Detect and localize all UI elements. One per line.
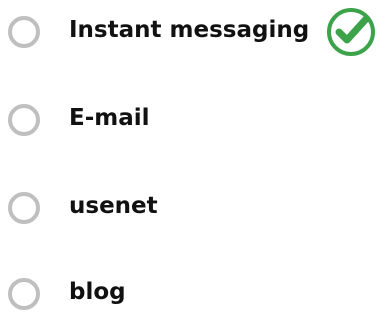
option-e-mail[interactable]: E-mail	[0, 88, 387, 148]
option-label: Instant messaging	[69, 17, 310, 43]
option-usenet[interactable]: usenet	[0, 176, 387, 236]
radio-button[interactable]	[8, 104, 40, 136]
radio-button[interactable]	[8, 16, 40, 48]
option-label: E-mail	[69, 105, 150, 131]
radio-button[interactable]	[8, 278, 40, 310]
answer-options: Instant messaging E-mail usenet blog	[0, 0, 387, 311]
option-instant-messaging[interactable]: Instant messaging	[0, 0, 387, 60]
option-blog[interactable]: blog	[0, 262, 387, 322]
option-label: blog	[69, 279, 126, 305]
radio-button[interactable]	[8, 192, 40, 224]
check-circle-icon	[323, 4, 379, 60]
option-label: usenet	[69, 193, 158, 219]
